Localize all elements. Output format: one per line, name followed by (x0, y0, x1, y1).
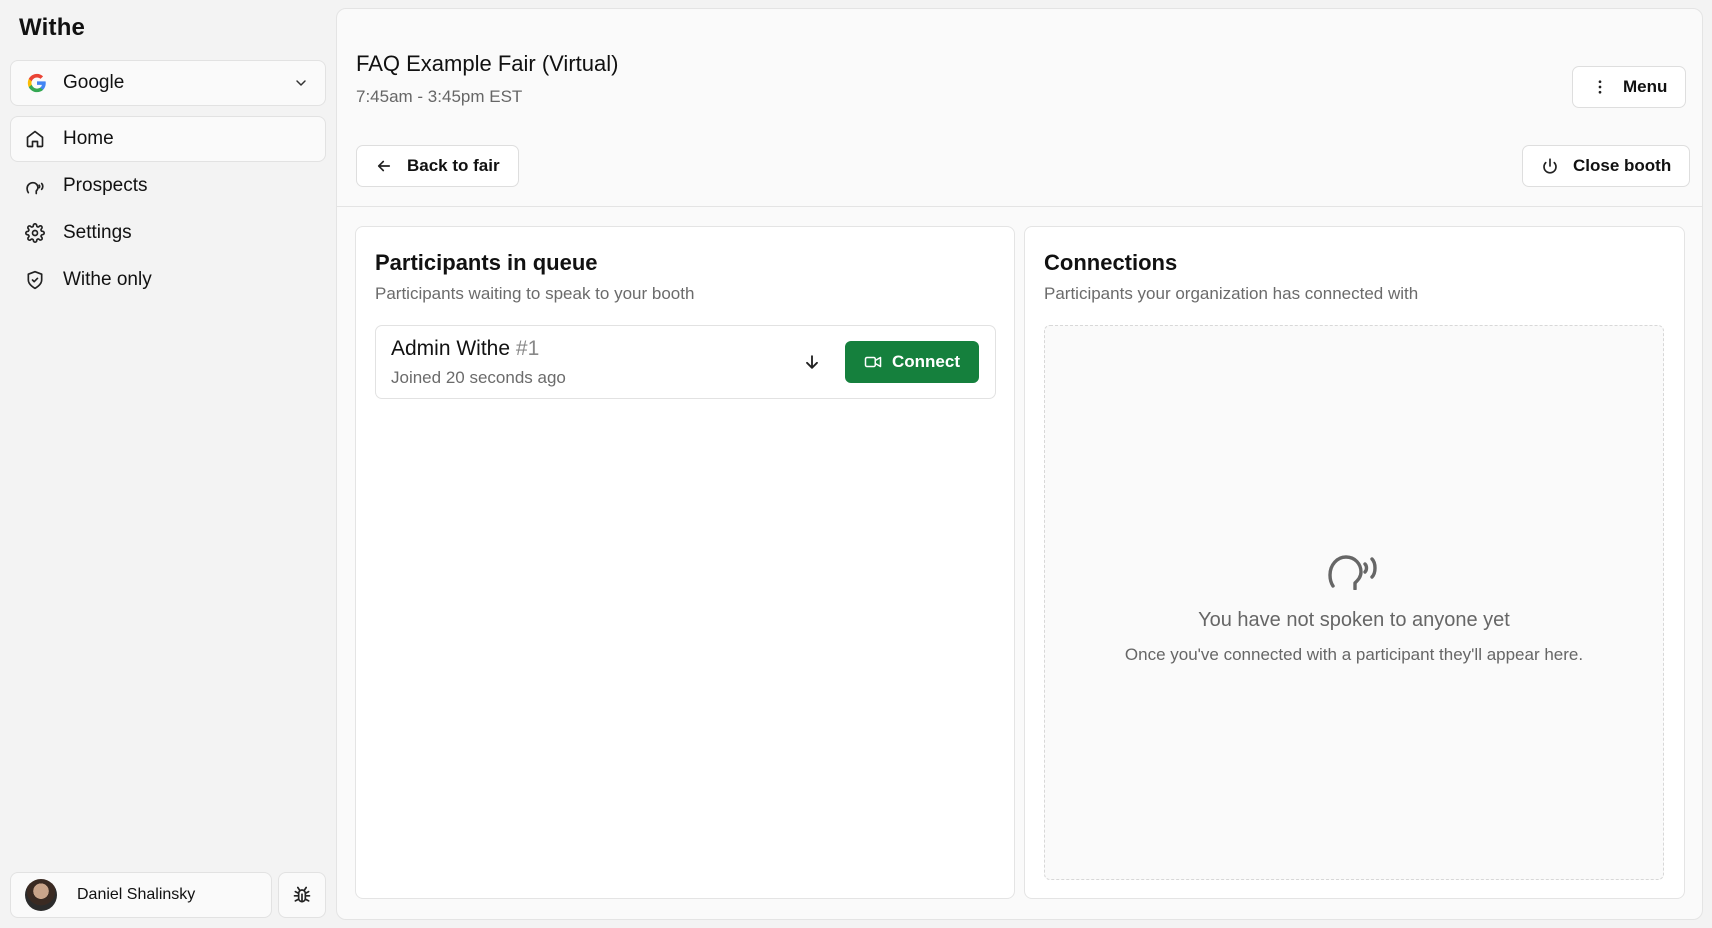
sidebar-item-label: Prospects (63, 175, 148, 196)
user-name: Daniel Shalinsky (77, 886, 196, 903)
chevron-down-icon (296, 80, 306, 86)
sidebar-item-withe-only[interactable]: Withe only (10, 257, 326, 303)
menu-button[interactable]: Menu (1572, 66, 1687, 108)
home-icon (26, 130, 44, 148)
sidebar-item-label: Withe only (63, 269, 152, 290)
brand-logo: Withe (19, 14, 86, 41)
joined-time: Joined 20 seconds ago (391, 368, 566, 387)
participant-name-row: Admin Withe #1 (391, 337, 539, 361)
arrow-down-icon[interactable] (802, 352, 822, 372)
sidebar: Withe Google Home Prospects Settings Wit… (0, 0, 335, 928)
connect-button-label: Connect (892, 352, 960, 371)
user-menu[interactable]: Daniel Shalinsky (10, 872, 272, 918)
connections-panel: Connections Participants your organizati… (1024, 226, 1685, 899)
google-logo-icon (27, 73, 46, 93)
more-vertical-icon (1598, 80, 1602, 94)
sidebar-item-home[interactable]: Home (10, 116, 326, 162)
sidebar-item-prospects[interactable]: Prospects (10, 163, 326, 209)
participant-name: Admin Withe (391, 337, 511, 360)
empty-state-title: You have not spoken to anyone yet (1198, 609, 1510, 631)
sidebar-item-settings[interactable]: Settings (10, 210, 326, 256)
queue-panel: Participants in queue Participants waiti… (355, 226, 1015, 899)
queue-subtitle: Participants waiting to speak to your bo… (375, 284, 695, 303)
queue-position: #1 (515, 337, 540, 360)
shield-icon (27, 270, 43, 290)
bug-icon (293, 886, 311, 903)
fair-time: 7:45am - 3:45pm EST (356, 87, 523, 106)
gear-icon (25, 223, 45, 243)
connections-title: Connections (1044, 250, 1178, 275)
close-booth-label: Close booth (1573, 156, 1672, 175)
sidebar-item-label: Home (63, 128, 114, 149)
close-booth-button[interactable]: Close booth (1522, 145, 1691, 187)
org-select-label: Google (63, 72, 125, 93)
main-content: FAQ Example Fair (Virtual) 7:45am - 3:45… (336, 8, 1703, 920)
back-button-label: Back to fair (407, 156, 500, 175)
speaking-head-icon (26, 181, 44, 195)
empty-state-subtitle: Once you've connected with a participant… (1124, 645, 1584, 664)
connections-subtitle: Participants your organization has conne… (1044, 284, 1419, 303)
list-item: Admin Withe #1 Joined 20 seconds ago Con… (375, 325, 996, 399)
speaking-head-icon (1328, 555, 1377, 590)
back-to-fair-button[interactable]: Back to fair (356, 145, 519, 187)
fair-header: FAQ Example Fair (Virtual) 7:45am - 3:45… (337, 9, 1702, 207)
connect-button[interactable]: Connect (845, 341, 979, 383)
page-title: FAQ Example Fair (Virtual) (356, 51, 619, 76)
arrow-left-icon (377, 160, 391, 172)
report-bug-button[interactable] (278, 872, 326, 918)
sidebar-nav: Home Prospects Settings Withe only (10, 116, 326, 304)
queue-title: Participants in queue (375, 250, 598, 275)
connections-empty-state: You have not spoken to anyone yet Once y… (1044, 325, 1664, 880)
video-camera-icon (864, 356, 882, 368)
menu-button-label: Menu (1623, 77, 1668, 96)
avatar (25, 879, 57, 911)
power-icon (1543, 158, 1557, 174)
sidebar-item-label: Settings (63, 222, 132, 243)
org-select[interactable]: Google (10, 60, 326, 106)
